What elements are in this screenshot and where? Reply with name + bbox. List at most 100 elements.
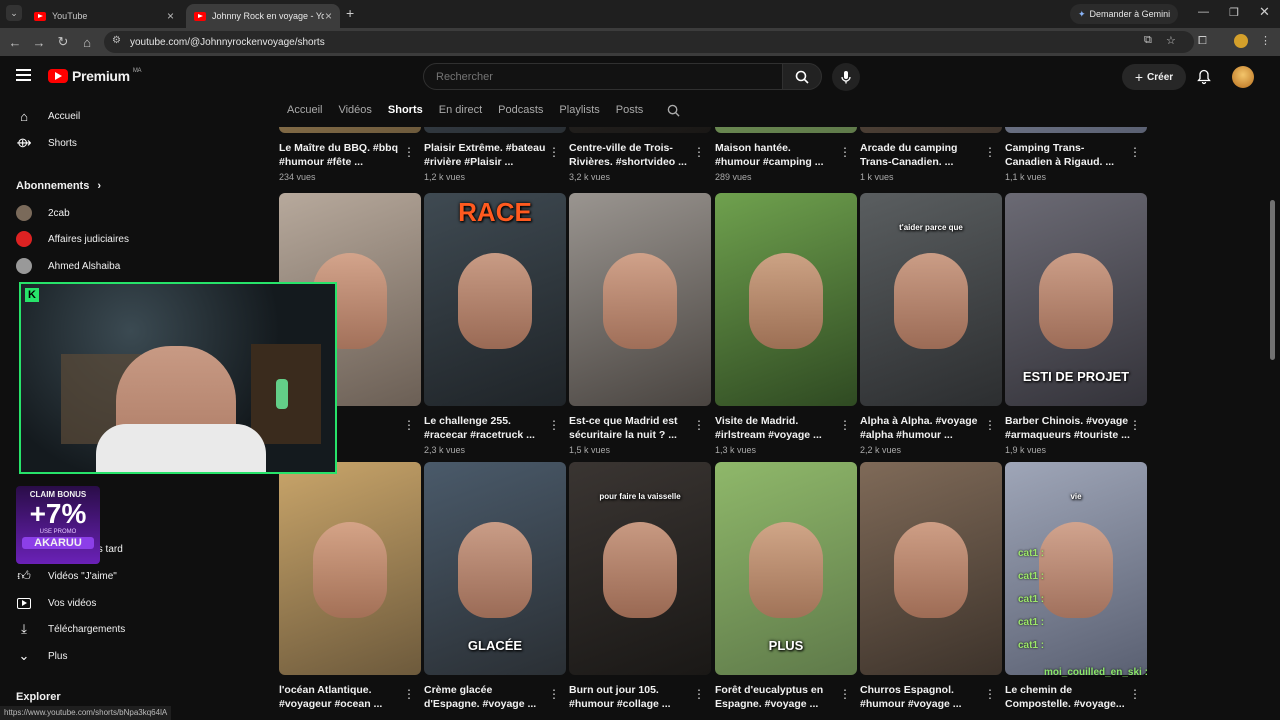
close-window-button[interactable]: ✕ <box>1259 4 1270 20</box>
short-title[interactable]: Camping Trans- <box>1005 141 1147 155</box>
short-title-line2[interactable]: #humour #collage ... <box>569 697 711 711</box>
sidebar-sub-ahmed[interactable]: Ahmed Alshaiba <box>16 253 120 279</box>
sidebar-item-downloads[interactable]: ⤓ Téléchargements <box>16 616 125 642</box>
url-field[interactable]: ⚙ youtube.com/@Johnnyrockenvoyage/shorts… <box>104 31 1194 53</box>
notifications-bell-icon[interactable] <box>1197 69 1211 85</box>
short-title[interactable]: Churros Espagnol. <box>860 683 1002 697</box>
short-title[interactable]: Barber Chinois. #voyage <box>1005 414 1147 428</box>
sidebar-sub-2cab[interactable]: 2cab <box>16 200 70 226</box>
short-thumbnail[interactable]: pour faire la vaisselle <box>569 462 711 675</box>
short-title[interactable]: Visite de Madrid. <box>715 414 857 428</box>
more-actions-icon[interactable]: ⋮ <box>403 418 415 432</box>
extensions-icon[interactable]: ⧠ <box>1198 35 1207 48</box>
home-icon[interactable]: ⌂ <box>76 28 98 56</box>
forward-icon[interactable]: → <box>28 28 50 56</box>
short-card[interactable]: Churros Espagnol. #humour #voyage ... ⋮ <box>860 462 1002 711</box>
short-title[interactable]: Le Maître du BBQ. #bbq <box>279 141 421 155</box>
short-title-line2[interactable]: #racecar #racetruck ... <box>424 428 566 442</box>
short-title[interactable]: Crème glacée <box>424 683 566 697</box>
short-title[interactable]: Burn out jour 105. <box>569 683 711 697</box>
more-actions-icon[interactable]: ⋮ <box>548 145 560 159</box>
short-title[interactable]: Le challenge 255. <box>424 414 566 428</box>
account-avatar[interactable] <box>1232 66 1254 88</box>
more-actions-icon[interactable]: ⋮ <box>403 687 415 701</box>
browser-tab-channel[interactable]: Johnny Rock en voyage - YouTu × <box>186 4 340 28</box>
new-tab-button[interactable]: + <box>346 5 354 21</box>
short-thumbnail[interactable] <box>279 462 421 675</box>
sidebar-item-your-videos[interactable]: Vos vidéos <box>16 590 96 616</box>
channel-search-icon[interactable] <box>667 104 680 117</box>
tab-podcasts[interactable]: Podcasts <box>498 104 543 116</box>
tab-list-button[interactable]: ⌄ <box>6 5 22 21</box>
short-card[interactable]: PLUS Forêt d'eucalyptus en Espagne. #voyag… <box>715 462 857 711</box>
short-card[interactable]: RACE Le challenge 255. #racecar #racetruck… <box>424 193 566 455</box>
site-info-icon[interactable]: ⚙ <box>112 35 121 46</box>
short-card[interactable]: GLACÉE Crème glacée d'Espagne. #voyage ...… <box>424 462 566 711</box>
short-title-line2[interactable]: Rivières. #shortvideo ... <box>569 155 711 169</box>
short-thumbnail[interactable] <box>860 462 1002 675</box>
browser-tab-youtube[interactable]: YouTube × <box>26 4 182 28</box>
sidebar-item-home[interactable]: ⌂ Accueil <box>16 103 80 129</box>
short-title-line2[interactable]: sécuritaire la nuit ? ... <box>569 428 711 442</box>
short-thumbnail[interactable] <box>715 193 857 406</box>
more-actions-icon[interactable]: ⋮ <box>403 145 415 159</box>
short-title-line2[interactable]: #armaqueurs #touriste ... <box>1005 428 1147 442</box>
install-app-icon[interactable]: ⧉ <box>1144 34 1152 47</box>
short-card[interactable]: Est-ce que Madrid est sécuritaire la nuit… <box>569 193 711 455</box>
short-title-line2[interactable]: Trans-Canadien. ... <box>860 155 1002 169</box>
short-title[interactable]: l'océan Atlantique. <box>279 683 421 697</box>
more-actions-icon[interactable]: ⋮ <box>839 418 851 432</box>
tab-home[interactable]: Accueil <box>287 104 322 116</box>
short-card[interactable]: Visite de Madrid. #irlstream #voyage ... 1… <box>715 193 857 455</box>
maximize-button[interactable]: ❐ <box>1229 6 1239 19</box>
more-actions-icon[interactable]: ⋮ <box>839 687 851 701</box>
short-thumbnail[interactable]: PLUS <box>715 462 857 675</box>
minimize-button[interactable]: — <box>1198 6 1209 18</box>
reload-icon[interactable]: ↻ <box>52 28 74 56</box>
sidebar-item-liked[interactable]: 👍︎ Vidéos "J'aime" <box>16 563 117 589</box>
short-thumbnail[interactable]: RACE <box>424 193 566 406</box>
sidebar-item-shorts[interactable]: ⟴ Shorts <box>16 130 76 156</box>
more-actions-icon[interactable]: ⋮ <box>1129 418 1141 432</box>
voice-search-button[interactable] <box>832 63 860 91</box>
hamburger-menu-icon[interactable] <box>16 69 31 81</box>
gemini-button[interactable]: ✦ Demander à Gemini <box>1070 4 1179 24</box>
short-title-line2[interactable]: #humour #fête ... <box>279 155 421 169</box>
short-title-line2[interactable]: Compostelle. #voyage... <box>1005 697 1147 711</box>
more-actions-icon[interactable]: ⋮ <box>693 145 705 159</box>
more-actions-icon[interactable]: ⋮ <box>693 418 705 432</box>
short-title-line2[interactable]: #rivière #Plaisir ... <box>424 155 566 169</box>
short-card[interactable]: t'aider parce que Alpha à Alpha. #voyage #… <box>860 193 1002 455</box>
short-title-line2[interactable]: #humour #camping ... <box>715 155 857 169</box>
short-title[interactable]: Plaisir Extrême. #bateau <box>424 141 566 155</box>
short-title-line2[interactable]: #irlstream #voyage ... <box>715 428 857 442</box>
more-actions-icon[interactable]: ⋮ <box>984 418 996 432</box>
tab-live[interactable]: En direct <box>439 104 482 116</box>
youtube-premium-logo[interactable]: Premium MA <box>48 68 142 84</box>
short-card[interactable]: l'océan Atlantique. #voyageur #ocean ... ⋮ <box>279 462 421 711</box>
short-title[interactable]: Centre-ville de Trois- <box>569 141 711 155</box>
short-title[interactable]: Alpha à Alpha. #voyage <box>860 414 1002 428</box>
short-thumbnail[interactable] <box>569 193 711 406</box>
short-title-line2[interactable]: #voyageur #ocean ... <box>279 697 421 711</box>
more-actions-icon[interactable]: ⋮ <box>1129 687 1141 701</box>
back-icon[interactable]: ← <box>4 28 26 56</box>
short-card[interactable]: ESTI DE PROJET Barber Chinois. #voyage #ar… <box>1005 193 1147 455</box>
tab-videos[interactable]: Vidéos <box>338 104 371 116</box>
more-actions-icon[interactable]: ⋮ <box>1129 145 1141 159</box>
sidebar-item-more[interactable]: ⌄ Plus <box>16 643 68 669</box>
page-scrollbar[interactable] <box>1270 200 1275 360</box>
short-title-line2[interactable]: d'Espagne. #voyage ... <box>424 697 566 711</box>
short-title-line2[interactable]: Canadien à Rigaud. ... <box>1005 155 1147 169</box>
create-button[interactable]: + Créer <box>1122 64 1186 90</box>
tab-shorts[interactable]: Shorts <box>388 104 423 116</box>
more-actions-icon[interactable]: ⋮ <box>984 145 996 159</box>
close-tab-icon[interactable]: × <box>325 9 332 23</box>
short-thumbnail[interactable]: t'aider parce que <box>860 193 1002 406</box>
short-card[interactable]: pour faire la vaisselle Burn out jour 105… <box>569 462 711 711</box>
short-thumbnail[interactable]: ESTI DE PROJET <box>1005 193 1147 406</box>
more-actions-icon[interactable]: ⋮ <box>693 687 705 701</box>
profile-avatar[interactable] <box>1234 34 1248 48</box>
subscriptions-heading[interactable]: Abonnements › <box>16 173 101 199</box>
bookmark-star-icon[interactable]: ☆ <box>1166 34 1176 47</box>
